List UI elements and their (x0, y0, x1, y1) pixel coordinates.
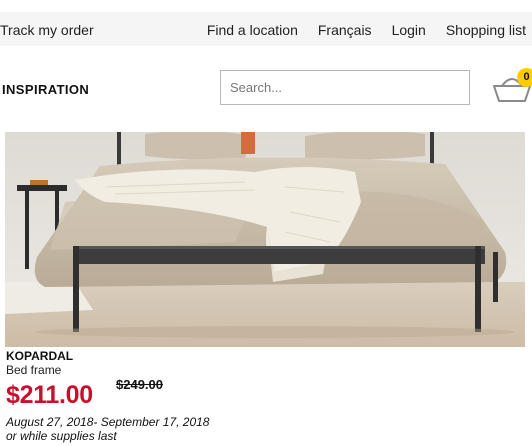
search-input[interactable] (220, 70, 470, 105)
login-link[interactable]: Login (392, 22, 426, 38)
availability-note: or while supplies last (6, 429, 117, 443)
track-order-link[interactable]: Track my order (0, 22, 94, 38)
utility-links: Find a location Français Login Shopping … (207, 22, 526, 38)
cart-count-badge: 0 (517, 68, 532, 87)
language-link[interactable]: Français (318, 22, 372, 38)
find-location-link[interactable]: Find a location (207, 22, 298, 38)
sale-price: $211.00 (6, 381, 93, 409)
product-image[interactable] (5, 132, 525, 347)
product-type: Bed frame (6, 363, 62, 377)
nav-inspiration[interactable]: INSPIRATION (2, 82, 89, 97)
original-price: $249.00 (116, 377, 163, 392)
product-name[interactable]: KOPARDAL (6, 349, 73, 363)
cart-button[interactable]: 0 (492, 68, 532, 106)
main-header: INSPIRATION 0 (0, 46, 532, 132)
bed-photo (5, 132, 525, 347)
offer-dates: August 27, 2018- September 17, 2018 (6, 415, 210, 429)
utility-bar: Track my order Find a location Français … (0, 12, 532, 46)
shopping-list-link[interactable]: Shopping list (446, 22, 526, 38)
